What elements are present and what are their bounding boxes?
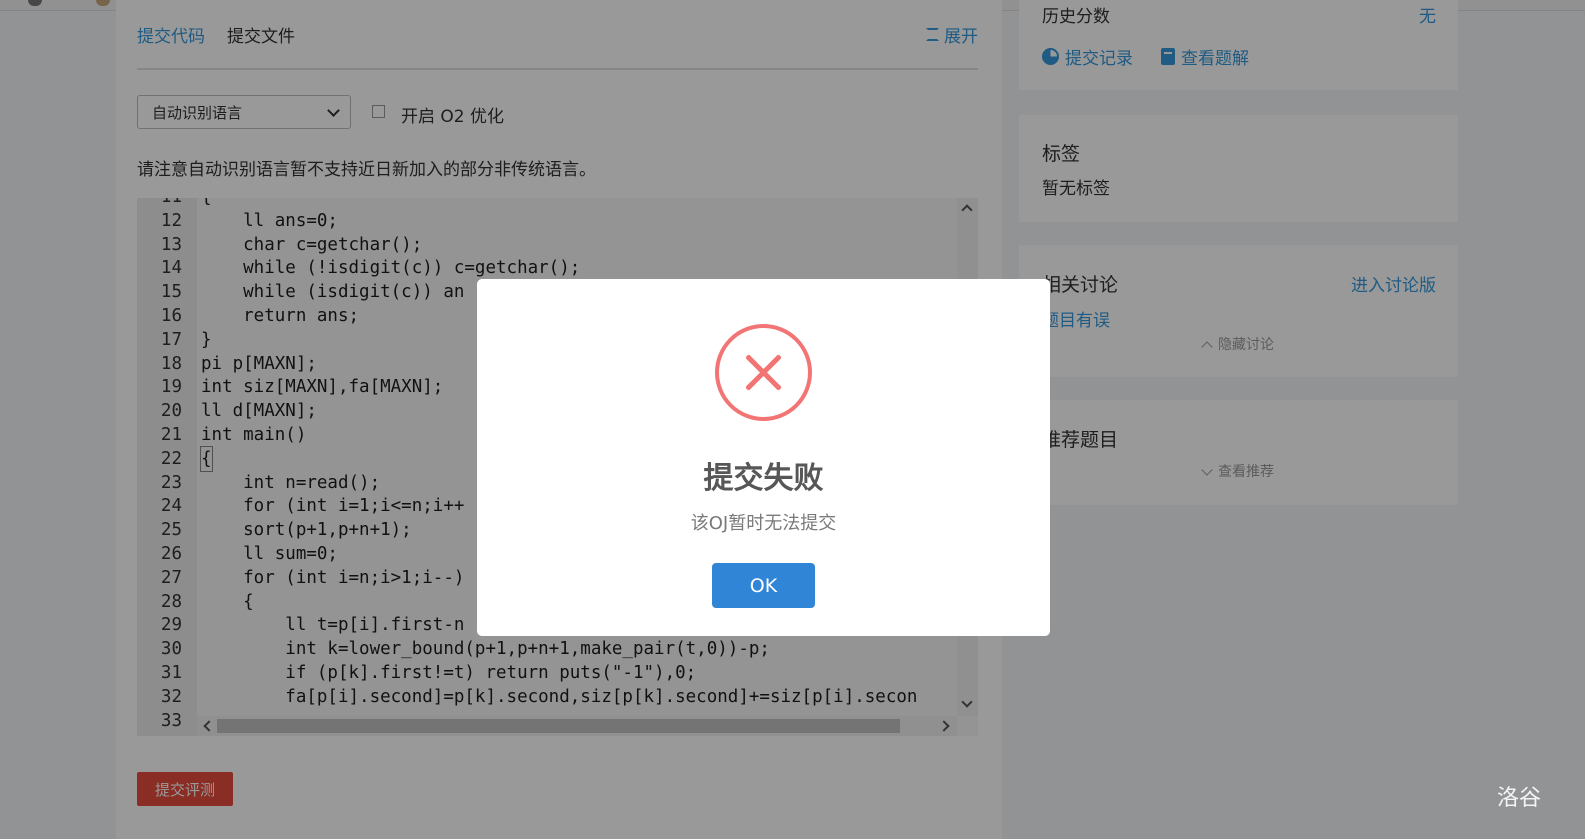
dialog-message: 该OJ暂时无法提交 [690,513,837,534]
ok-button[interactable]: OK [712,563,815,608]
error-icon [715,324,812,421]
dialog-title: 提交失败 [703,461,824,496]
luogu-watermark: 洛谷 [1497,786,1542,811]
error-dialog: 提交失败 该OJ暂时无法提交 OK [477,279,1050,636]
